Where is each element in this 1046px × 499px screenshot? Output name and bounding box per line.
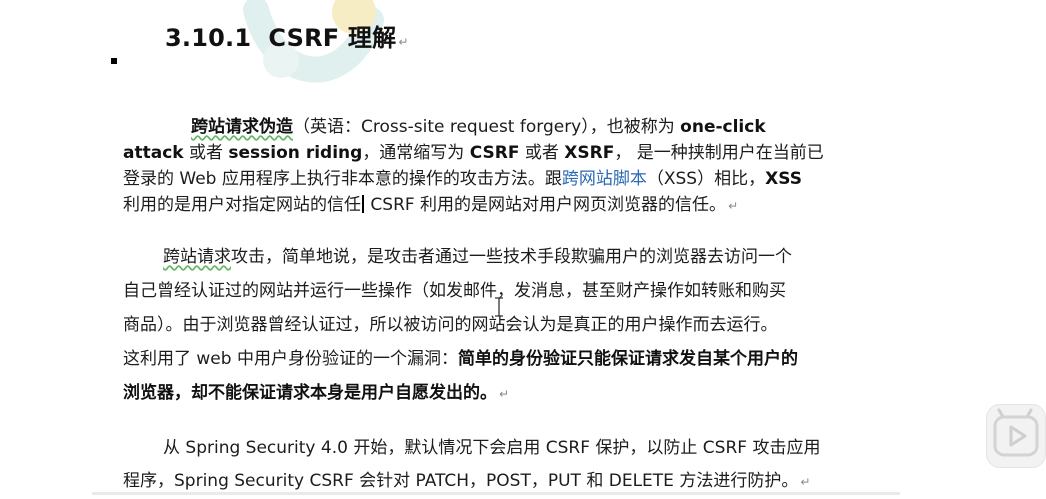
play-icon [993, 408, 1039, 457]
section-number: 3.10.1 [165, 24, 252, 52]
text-run: （英语：Cross-site request forgery），也被称为 [293, 117, 681, 137]
video-play-button[interactable] [986, 404, 1046, 468]
text-run: ， 是一种挟制用户在当前已 [614, 143, 824, 163]
text-run: XSS [765, 169, 802, 189]
para2-line-3: 商品）。由于浏览器曾经认证过，所以被访问的网站会认为是真正的用户操作而去运行。 [123, 315, 778, 335]
text-run: 登录的 Web 应用程序上执行非本意的操作的攻击方法。跟 [123, 169, 562, 189]
paragraph-mark: ↵ [499, 387, 510, 401]
para2-line-2: 自己曾经认证过的网站并运行一些操作（如发邮件，发消息，甚至财产操作如转账和购买 [123, 281, 786, 301]
paragraph-csrf-attack: 跨站请求攻击，简单地说，是攻击者通过一些技术手段欺骗用户的浏览器去访问一个 自己… [123, 240, 798, 411]
text-caret [362, 195, 364, 213]
para1-line-4: 利用的是用户对指定网站的信任 CSRF 利用的是网站对用户网页浏览器的信任。 ↵ [123, 195, 739, 215]
text-run: 或者 [519, 143, 565, 163]
text-run: 跨站请求伪造 [191, 117, 293, 137]
text-run: session riding [228, 143, 363, 163]
text-run: attack [123, 143, 184, 163]
paragraph-spring-security: 从 Spring Security 4.0 开始，默认情况下会启用 CSRF 保… [123, 432, 820, 499]
text-run: 或者 [183, 143, 229, 163]
text-run: XSRF [564, 143, 615, 163]
text-run: （XSS）相比， [646, 169, 766, 189]
text-run: ，通常缩写为 [362, 143, 470, 163]
para1-line-2: attack 或者 session riding，通常缩写为 CSRF 或者 X… [123, 140, 824, 166]
paragraph-mark: ↵ [728, 199, 739, 213]
paragraph-mark: ↵ [398, 35, 409, 49]
para2-line-1: 跨站请求攻击，简单地说，是攻击者通过一些技术手段欺骗用户的浏览器去访问一个 [163, 247, 792, 267]
xss-link[interactable]: 跨网站脚本 [562, 169, 647, 189]
list-bullet [111, 58, 117, 64]
para1-line-3: 登录的 Web 应用程序上执行非本意的操作的攻击方法。跟跨网站脚本（XSS）相比… [123, 166, 824, 192]
text-run: CSRF [469, 143, 520, 163]
section-title: CSRF 理解 [268, 24, 397, 52]
text-run: one-click [680, 117, 766, 137]
para1-line-1: 跨站请求伪造（英语：Cross-site request forgery），也被… [123, 114, 824, 140]
document-page: 3.10.1 CSRF 理解 ↵ 跨站请求伪造（英语：Cross-site req… [0, 0, 1046, 495]
paragraph-csrf-definition: 跨站请求伪造（英语：Cross-site request forgery），也被… [123, 114, 824, 219]
paragraph-mark: ↵ [800, 475, 811, 489]
para2-line-5: 浏览器，却不能保证请求本身是用户自愿发出的。 ↵ [123, 383, 510, 403]
text-cursor-icon [495, 297, 503, 317]
section-heading: 3.10.1 CSRF 理解 ↵ [165, 18, 409, 53]
para2-line-4: 这利用了 web 中用户身份验证的一个漏洞：简单的身份验证只能保证请求发自某个用… [123, 349, 798, 369]
para3-line-1: 从 Spring Security 4.0 开始，默认情况下会启用 CSRF 保… [163, 438, 821, 458]
